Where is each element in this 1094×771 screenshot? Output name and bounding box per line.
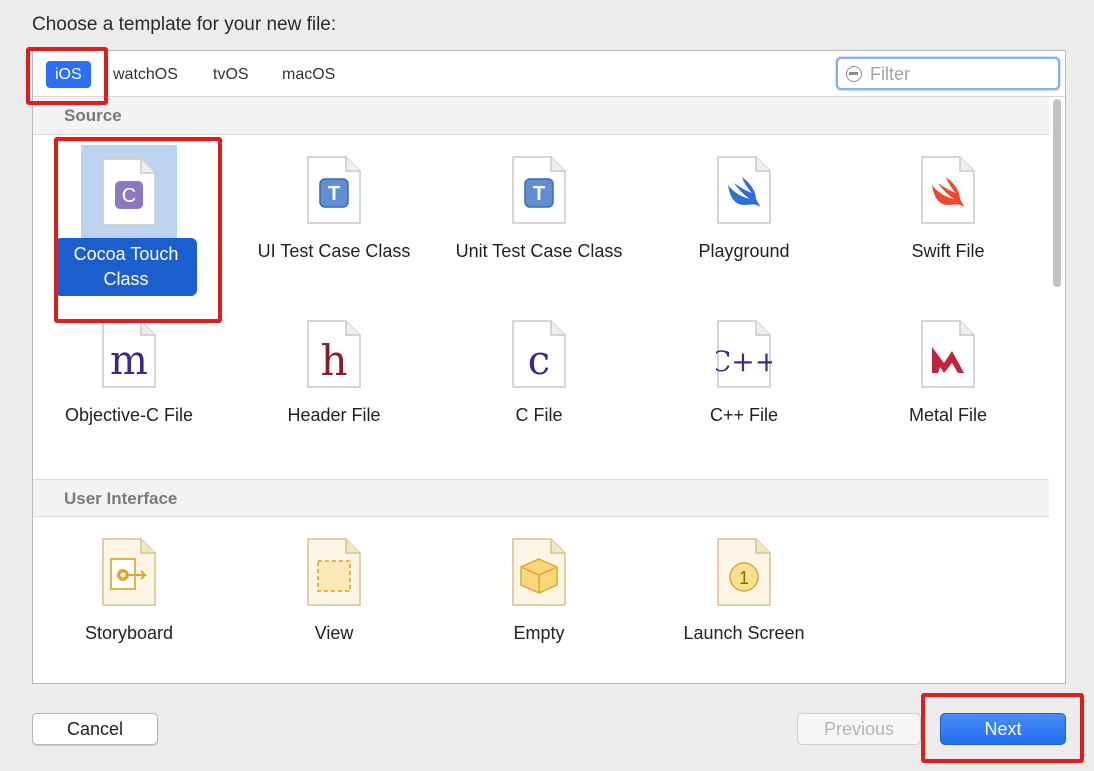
metal-file-icon [920, 319, 976, 389]
filter-field[interactable] [836, 57, 1060, 90]
template-label: Objective-C File [64, 405, 194, 425]
platform-bar: iOS watchOS tvOS macOS [33, 51, 1065, 97]
tab-watchos[interactable]: watchOS [109, 61, 182, 88]
template-label: Header File [287, 405, 381, 425]
swift-playground-icon [716, 155, 772, 225]
dialog-prompt: Choose a template for your new file: [32, 14, 337, 35]
previous-button[interactable]: Previous [797, 713, 921, 745]
template-label: Storyboard [84, 623, 174, 643]
template-header-file[interactable]: h Header File [239, 319, 429, 428]
svg-text:T: T [533, 183, 545, 205]
template-storyboard[interactable]: Storyboard [34, 537, 224, 646]
vertical-scrollbar[interactable] [1051, 99, 1063, 679]
template-label: UI Test Case Class [257, 241, 411, 261]
template-view[interactable]: View [239, 537, 429, 646]
template-label: View [314, 623, 354, 643]
template-label: Metal File [908, 405, 988, 425]
template-panel: iOS watchOS tvOS macOS Source C [32, 50, 1066, 684]
svg-text:m: m [110, 338, 148, 384]
template-metal-file[interactable]: Metal File [853, 319, 1043, 428]
tab-tvos[interactable]: tvOS [209, 61, 253, 88]
template-label: Swift File [911, 241, 985, 261]
section-header-source: Source [33, 97, 1049, 135]
section-header-user-interface: User Interface [33, 479, 1049, 517]
svg-text:T: T [328, 183, 340, 205]
template-label: Cocoa Touch Class [55, 238, 197, 296]
tab-ios[interactable]: iOS [46, 61, 91, 88]
empty-icon [511, 537, 567, 607]
tab-macos[interactable]: macOS [278, 61, 339, 88]
template-label: Unit Test Case Class [455, 241, 623, 261]
cpp-file-icon: C++ [716, 319, 772, 389]
ui-test-case-icon: T [306, 155, 362, 225]
template-objective-c-file[interactable]: m Objective-C File [34, 319, 224, 428]
template-c-file[interactable]: c C File [444, 319, 634, 428]
cocoa-touch-class-icon: C [101, 157, 157, 227]
template-cpp-file[interactable]: C++ C++ File [649, 319, 839, 428]
filter-icon [846, 66, 862, 82]
objc-file-icon: m [101, 319, 157, 389]
scrollbar-thumb[interactable] [1053, 99, 1061, 287]
template-ui-test-case-class[interactable]: T UI Test Case Class [239, 155, 429, 264]
template-swift-file[interactable]: Swift File [853, 155, 1043, 264]
swift-file-icon [920, 155, 976, 225]
template-label: C++ File [709, 405, 779, 425]
unit-test-case-icon: T [511, 155, 567, 225]
storyboard-icon [101, 537, 157, 607]
cancel-button[interactable]: Cancel [32, 713, 158, 745]
template-unit-test-case-class[interactable]: T Unit Test Case Class [444, 155, 634, 264]
template-cocoa-touch-class[interactable]: C Cocoa Touch Class [34, 145, 224, 296]
template-launch-screen[interactable]: 1 Launch Screen [649, 537, 839, 646]
launch-screen-icon: 1 [716, 537, 772, 607]
c-file-icon: c [511, 319, 567, 389]
view-icon [306, 537, 362, 607]
header-file-icon: h [306, 319, 362, 389]
svg-text:1: 1 [739, 568, 749, 588]
next-button[interactable]: Next [940, 713, 1066, 745]
template-label: Empty [513, 623, 565, 643]
selection-highlight: C [81, 145, 177, 241]
template-label: Playground [698, 241, 790, 261]
filter-input[interactable] [868, 63, 1048, 85]
svg-text:h: h [320, 336, 347, 385]
svg-text:c: c [528, 338, 550, 384]
new-file-template-dialog: Choose a template for your new file: iOS… [0, 0, 1094, 771]
template-playground[interactable]: Playground [649, 155, 839, 264]
template-empty[interactable]: Empty [444, 537, 634, 646]
svg-text:C++: C++ [716, 345, 772, 378]
template-label: Launch Screen [683, 623, 805, 643]
template-label: C File [515, 405, 563, 425]
svg-text:C: C [122, 185, 136, 207]
